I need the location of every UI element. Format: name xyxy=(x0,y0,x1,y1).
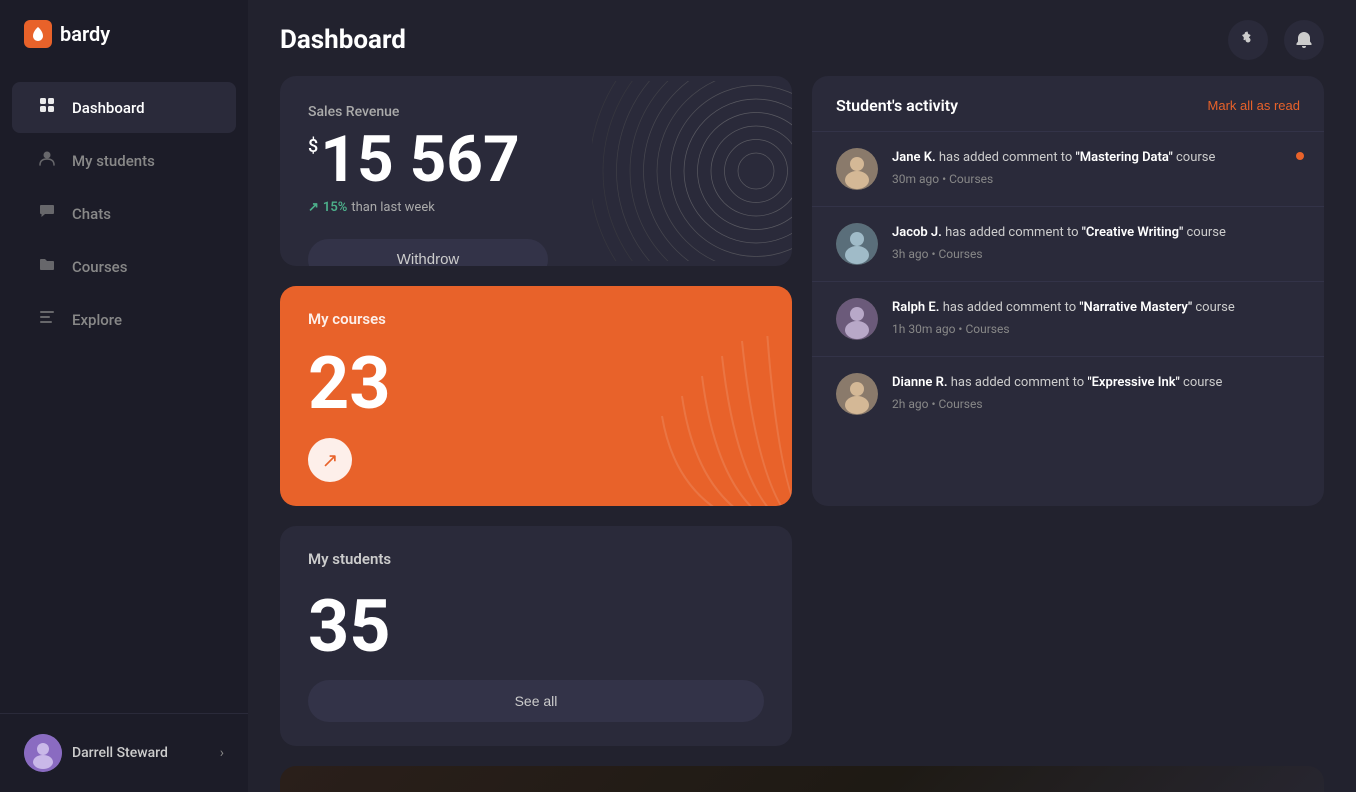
activity-user-name: Dianne R. xyxy=(892,375,948,390)
activity-user-name: Jacob J. xyxy=(892,225,942,240)
activity-meta: 3h ago • Courses xyxy=(892,247,1300,261)
sidebar: bardy Dashboard My students xyxy=(0,0,248,792)
activity-time: 1h 30m ago xyxy=(892,322,955,336)
dashboard-icon xyxy=(36,96,58,119)
students-title: My students xyxy=(308,550,764,568)
activity-content: Dianne R. has added comment to "Expressi… xyxy=(892,373,1300,415)
activity-content: Jacob J. has added comment to "Creative … xyxy=(892,223,1300,265)
user-name: Darrell Steward xyxy=(72,745,210,761)
dollar-sign: $ xyxy=(308,136,318,157)
activity-item: Jacob J. has added comment to "Creative … xyxy=(812,206,1324,281)
activity-time: 2h ago xyxy=(892,397,928,411)
sidebar-item-label: Chats xyxy=(72,205,111,223)
sidebar-nav: Dashboard My students Chats xyxy=(0,68,248,713)
activity-time: 3h ago xyxy=(892,247,928,261)
avatar xyxy=(836,298,878,340)
activity-content: Jane K. has added comment to "Mastering … xyxy=(892,148,1300,190)
activity-action: has added comment to xyxy=(951,375,1088,390)
logo-icon xyxy=(24,20,52,48)
activity-meta: 2h ago • Courses xyxy=(892,397,1300,411)
activity-course-name: "Narrative Mastery" xyxy=(1079,300,1192,315)
activity-category: Courses xyxy=(965,322,1009,336)
logo-area: bardy xyxy=(0,0,248,68)
dashboard-grid: Sales Revenue $ 15 567 ↗ 15% than last w… xyxy=(248,76,1356,792)
activity-item: Ralph E. has added comment to "Narrative… xyxy=(812,281,1324,356)
activity-meta: 30m ago • Courses xyxy=(892,172,1300,186)
sidebar-item-my-students[interactable]: My students xyxy=(12,135,236,186)
arrow-up-right-icon: ↗ xyxy=(322,448,339,473)
courses-decoration xyxy=(622,336,792,506)
schedule-card: Schedule ‹ › December 2023 Sun 10 Mon 11… xyxy=(280,766,1324,792)
activity-course-type: course xyxy=(1186,225,1225,240)
activity-item: Jane K. has added comment to "Mastering … xyxy=(812,131,1324,206)
withdraw-button[interactable]: Withdrow xyxy=(308,239,548,266)
activity-user-name: Ralph E. xyxy=(892,300,939,315)
header-actions xyxy=(1228,20,1324,60)
activity-action: has added comment to xyxy=(939,150,1076,165)
explore-icon xyxy=(36,308,58,331)
activity-card: Student's activity Mark all as read Jane… xyxy=(812,76,1324,506)
activity-text: Jane K. has added comment to "Mastering … xyxy=(892,148,1300,168)
sidebar-item-label: My students xyxy=(72,152,155,170)
activity-text: Ralph E. has added comment to "Narrative… xyxy=(892,298,1300,318)
notification-button[interactable] xyxy=(1284,20,1324,60)
activity-text: Dianne R. has added comment to "Expressi… xyxy=(892,373,1300,393)
revenue-card: Sales Revenue $ 15 567 ↗ 15% than last w… xyxy=(280,76,792,266)
activity-action: has added comment to xyxy=(945,225,1082,240)
main-content: Dashboard Sales Revenue $ 15 567 xyxy=(248,0,1356,792)
activity-action: has added comment to xyxy=(943,300,1080,315)
sidebar-item-chats[interactable]: Chats xyxy=(12,188,236,239)
activity-content: Ralph E. has added comment to "Narrative… xyxy=(892,298,1300,340)
activity-header: Student's activity Mark all as read xyxy=(812,76,1324,131)
activity-category: Courses xyxy=(938,247,982,261)
sidebar-item-label: Dashboard xyxy=(72,99,145,117)
avatar xyxy=(836,223,878,265)
unread-indicator xyxy=(1296,152,1304,160)
activity-course-type: course xyxy=(1176,150,1215,165)
folder-icon xyxy=(36,255,58,278)
revenue-decoration xyxy=(592,81,792,261)
avatar xyxy=(836,148,878,190)
chat-icon xyxy=(36,202,58,225)
activity-course-name: "Expressive Ink" xyxy=(1087,375,1179,390)
sidebar-item-dashboard[interactable]: Dashboard xyxy=(12,82,236,133)
activity-text: Jacob J. has added comment to "Creative … xyxy=(892,223,1300,243)
revenue-number: 15 567 xyxy=(320,128,520,192)
sidebar-item-label: Courses xyxy=(72,258,127,276)
activity-user-name: Jane K. xyxy=(892,150,936,165)
courses-title: My courses xyxy=(308,310,764,328)
activity-category: Courses xyxy=(949,172,993,186)
activity-course-name: "Creative Writing" xyxy=(1082,225,1183,240)
sidebar-item-courses[interactable]: Courses xyxy=(12,241,236,292)
sidebar-item-label: Explore xyxy=(72,311,122,329)
revenue-change-label: than last week xyxy=(351,200,434,215)
settings-button[interactable] xyxy=(1228,20,1268,60)
logo-text: bardy xyxy=(60,22,110,46)
user-profile[interactable]: Darrell Steward › xyxy=(0,713,248,792)
activity-item: Dianne R. has added comment to "Expressi… xyxy=(812,356,1324,431)
activity-title: Student's activity xyxy=(836,96,958,115)
courses-card: My courses 23 ↗ xyxy=(280,286,792,506)
activity-course-name: "Mastering Data" xyxy=(1076,150,1173,165)
activity-time: 30m ago xyxy=(892,172,939,186)
activity-meta: 1h 30m ago • Courses xyxy=(892,322,1300,336)
sidebar-item-explore[interactable]: Explore xyxy=(12,294,236,345)
revenue-arrow: ↗ xyxy=(308,200,319,215)
main-header: Dashboard xyxy=(248,0,1356,76)
revenue-percent: 15% xyxy=(323,200,347,215)
students-card: My students 35 See all xyxy=(280,526,792,746)
person-icon xyxy=(36,149,58,172)
see-all-button[interactable]: See all xyxy=(308,680,764,722)
activity-course-type: course xyxy=(1183,375,1222,390)
mark-all-read-button[interactable]: Mark all as read xyxy=(1208,98,1300,113)
chevron-right-icon: › xyxy=(220,745,224,761)
activity-category: Courses xyxy=(938,397,982,411)
avatar xyxy=(24,734,62,772)
page-title: Dashboard xyxy=(280,25,406,55)
courses-arrow-button[interactable]: ↗ xyxy=(308,438,352,482)
activity-course-type: course xyxy=(1195,300,1234,315)
avatar xyxy=(836,373,878,415)
students-count: 35 xyxy=(308,584,764,680)
